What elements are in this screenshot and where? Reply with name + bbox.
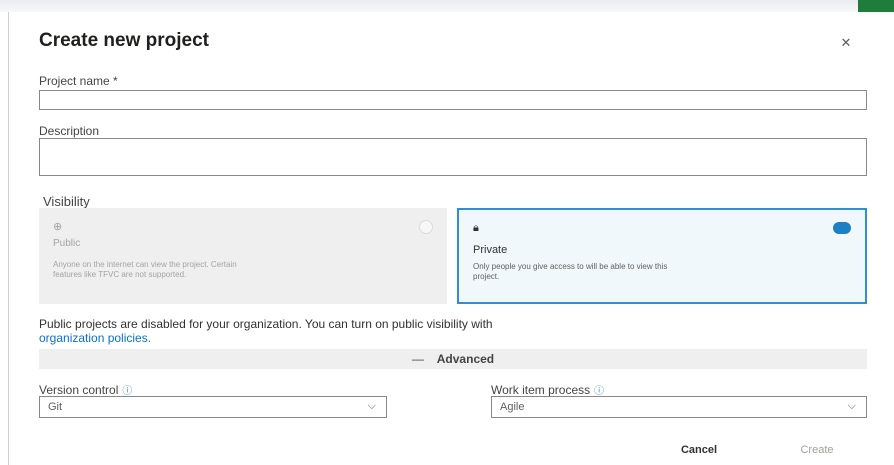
version-control-label-text: Version control <box>39 383 119 397</box>
private-option-description: Only people you give access to will be a… <box>473 262 668 281</box>
advanced-toggle[interactable]: — Advanced <box>39 349 867 369</box>
public-option-title: Public <box>53 238 81 249</box>
version-control-value: Git <box>48 401 63 413</box>
description-label: Description <box>39 124 100 138</box>
public-disabled-notice: Public projects are disabled for your or… <box>39 317 839 345</box>
advanced-label: Advanced <box>436 352 495 366</box>
work-item-process-value: Agile <box>500 401 525 413</box>
description-textarea[interactable] <box>39 138 867 176</box>
lock-icon: 🔒︎ <box>473 222 479 234</box>
work-item-process-label: Work item process ⓘ <box>491 382 604 397</box>
dialog-title: Create new project <box>39 30 209 51</box>
globe-icon: ⊕ <box>53 221 63 233</box>
version-control-label: Version control ⓘ <box>39 382 132 397</box>
visibility-heading: Visibility <box>43 194 90 209</box>
visibility-option-public[interactable]: ⊕ Public Anyone on the internet can view… <box>39 208 447 304</box>
chevron-down-icon: ⌵ <box>847 400 856 412</box>
create-project-dialog: Create new project ✕ Project name * Desc… <box>8 12 889 465</box>
notice-text: Public projects are disabled for your or… <box>39 317 493 331</box>
public-option-description: Anyone on the internet can view the proj… <box>53 260 237 279</box>
project-name-input[interactable] <box>39 90 867 110</box>
collapse-icon: — <box>411 352 424 366</box>
create-button[interactable]: Create <box>787 439 847 461</box>
close-icon[interactable]: ✕ <box>839 36 853 50</box>
organization-policies-link[interactable]: organization policies. <box>39 331 151 345</box>
public-radio[interactable] <box>419 220 433 234</box>
cancel-button[interactable]: Cancel <box>669 439 729 461</box>
private-option-title: Private <box>473 244 508 256</box>
top-bar-accent <box>858 0 894 12</box>
chevron-down-icon: ⌵ <box>367 400 376 412</box>
private-radio-selected[interactable] <box>833 222 851 234</box>
window-top-bar <box>0 0 894 12</box>
work-item-process-select[interactable]: Agile ⌵ <box>491 396 867 418</box>
work-item-process-label-text: Work item process <box>491 383 591 397</box>
project-name-label: Project name * <box>39 74 118 88</box>
version-control-select[interactable]: Git ⌵ <box>39 396 387 418</box>
visibility-option-private[interactable]: 🔒︎ Private Only people you give access t… <box>457 208 867 304</box>
